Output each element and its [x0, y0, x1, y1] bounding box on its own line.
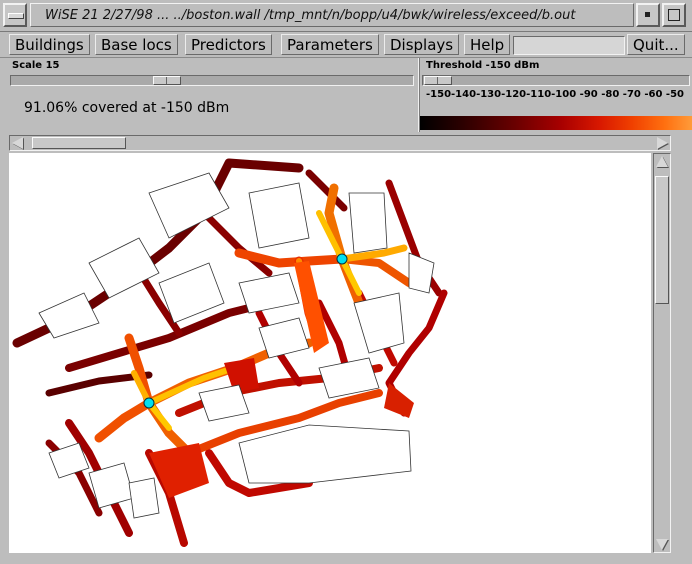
- scale-label: Scale 15: [12, 60, 60, 71]
- tick-label: -110: [526, 89, 552, 100]
- horizontal-scrollbar[interactable]: [9, 135, 671, 151]
- tick-label: -50: [665, 89, 684, 100]
- frame-left: [0, 132, 9, 564]
- tick-label: -90: [579, 89, 598, 100]
- vertical-scrollbar[interactable]: [653, 153, 671, 553]
- menu-bar: Buildings Base locs Predictors Parameter…: [0, 32, 692, 58]
- tick-label: -80: [601, 89, 620, 100]
- signal-colorbar: [420, 116, 692, 130]
- minimize-icon: [645, 12, 650, 17]
- scale-slider-thumb[interactable]: [153, 76, 181, 85]
- scroll-up-icon[interactable]: [656, 156, 668, 167]
- window-menu-button[interactable]: [3, 3, 27, 27]
- threshold-tick-labels: -150-140-130-120-110-100 -90 -80 -70 -60…: [426, 89, 684, 100]
- menu-text-field[interactable]: [513, 36, 625, 55]
- menu-buildings[interactable]: Buildings: [9, 34, 90, 55]
- scroll-left-icon[interactable]: [12, 137, 23, 149]
- coverage-status: 91.06% covered at -150 dBm: [24, 100, 230, 116]
- coverage-map: [12, 158, 448, 547]
- tick-label: -130: [476, 89, 502, 100]
- frame-bottom: [0, 553, 692, 564]
- horizontal-scroll-thumb[interactable]: [32, 137, 126, 149]
- tick-label: -140: [451, 89, 477, 100]
- tick-label: -120: [501, 89, 527, 100]
- window-title: WiSE 21 2/27/98 ... ../boston.wall /tmp_…: [30, 3, 634, 27]
- scroll-down-icon[interactable]: [656, 539, 668, 550]
- threshold-panel: Threshold -150 dBm -150-140-130-120-110-…: [420, 58, 692, 132]
- threshold-slider[interactable]: [422, 75, 690, 86]
- quit-button[interactable]: Quit...: [627, 34, 685, 55]
- scroll-right-icon[interactable]: [657, 137, 668, 149]
- base-station-1[interactable]: [336, 253, 348, 265]
- maximize-button[interactable]: [662, 3, 686, 27]
- maximize-icon: [668, 9, 680, 21]
- menu-help[interactable]: Help: [464, 34, 511, 55]
- title-bar: WiSE 21 2/27/98 ... ../boston.wall /tmp_…: [0, 0, 692, 32]
- tick-label: -150: [426, 89, 452, 100]
- window-menu-icon: [8, 13, 24, 19]
- menu-parameters[interactable]: Parameters: [281, 34, 379, 55]
- base-station-2[interactable]: [143, 397, 155, 409]
- menu-base-locs[interactable]: Base locs: [95, 34, 178, 55]
- threshold-label: Threshold -150 dBm: [426, 60, 540, 71]
- tick-label: -70: [622, 89, 641, 100]
- menu-predictors[interactable]: Predictors: [185, 34, 272, 55]
- map-viewport[interactable]: [9, 153, 651, 553]
- scale-slider[interactable]: [10, 75, 414, 86]
- tick-label: -100: [551, 89, 577, 100]
- scale-panel: Scale 15 91.06% covered at -150 dBm: [0, 58, 418, 132]
- minimize-button[interactable]: [636, 3, 660, 27]
- tick-label: -60: [644, 89, 663, 100]
- menu-displays[interactable]: Displays: [384, 34, 460, 55]
- threshold-slider-thumb[interactable]: [424, 76, 452, 85]
- vertical-scroll-thumb[interactable]: [655, 176, 669, 304]
